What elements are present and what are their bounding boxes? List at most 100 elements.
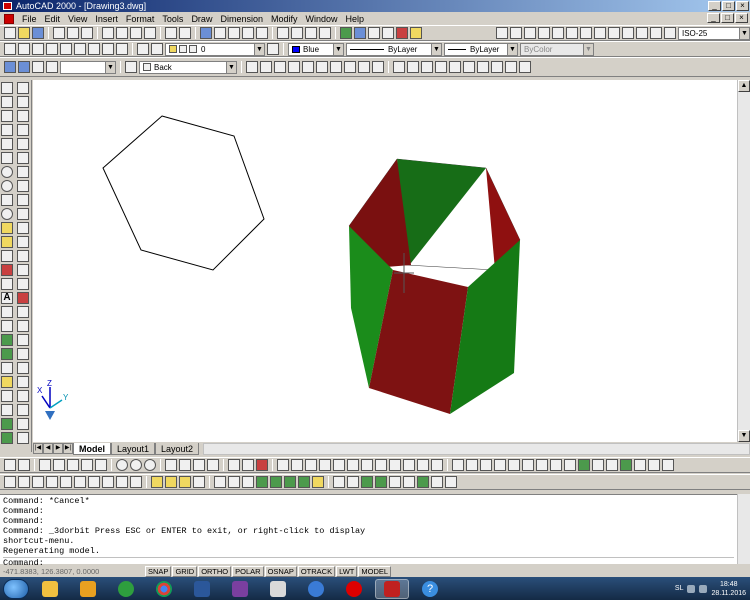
surface-edge-defined-icon[interactable]: [662, 459, 674, 471]
taskbar-app[interactable]: ?: [413, 579, 447, 599]
chevron-down-icon[interactable]: ▼: [583, 43, 593, 55]
snap-midpoint-icon[interactable]: [53, 459, 65, 471]
surface-extrude-small-icon[interactable]: [361, 476, 373, 488]
ucs-x-icon[interactable]: [477, 61, 489, 73]
surface-revolve-small-icon[interactable]: [347, 476, 359, 488]
minimize-button[interactable]: _: [708, 1, 721, 11]
command-window-scrollbar[interactable]: [737, 494, 750, 564]
mirror-icon[interactable]: [17, 110, 29, 122]
start-button[interactable]: [3, 578, 29, 599]
break-icon[interactable]: [17, 250, 29, 262]
language-indicator[interactable]: SL: [675, 585, 684, 592]
zoom-scale-icon[interactable]: [60, 43, 72, 55]
linear-dimension-icon[interactable]: [496, 27, 508, 39]
blank-combo[interactable]: ▼: [60, 60, 116, 74]
surface-sweep-icon[interactable]: [389, 476, 401, 488]
tracking-icon[interactable]: [214, 27, 226, 39]
command-window[interactable]: Command: *Cancel* Command: Command: Comm…: [0, 494, 737, 568]
hatch-icon[interactable]: [1, 264, 13, 276]
intersect-icon[interactable]: [17, 334, 29, 346]
rotate-icon[interactable]: [17, 166, 29, 178]
ne-iso-view-icon[interactable]: [358, 61, 370, 73]
doc-close-button[interactable]: ×: [735, 13, 748, 23]
ucs-origin-icon[interactable]: [435, 61, 447, 73]
solid-interfere-icon[interactable]: [417, 459, 429, 471]
3d-continuous-orbit-icon[interactable]: [60, 476, 72, 488]
otrack-toggle[interactable]: OTRACK: [297, 566, 336, 577]
snap-quadrant-icon[interactable]: [130, 459, 142, 471]
taskbar-app[interactable]: [337, 579, 371, 599]
cone-icon[interactable]: [1, 348, 13, 360]
solid-wedge-icon[interactable]: [333, 459, 345, 471]
open-file-icon[interactable]: [18, 27, 30, 39]
copy-icon[interactable]: [116, 27, 128, 39]
canvas-horizontal-scrollbar[interactable]: [203, 442, 750, 455]
surface-planar-icon[interactable]: [403, 476, 415, 488]
front-view-icon[interactable]: [302, 61, 314, 73]
osnap-settings-icon[interactable]: [256, 459, 268, 471]
section-icon[interactable]: [1, 432, 13, 444]
zoom-extents-icon[interactable]: [46, 43, 58, 55]
ordinate-dimension-icon[interactable]: [524, 27, 536, 39]
insert-block-icon[interactable]: [1, 222, 13, 234]
ucs-face-icon[interactable]: [407, 61, 419, 73]
surface-wedge-icon[interactable]: [494, 459, 506, 471]
zoom-center-icon[interactable]: [74, 43, 86, 55]
solid-slice-icon[interactable]: [389, 459, 401, 471]
clock[interactable]: 18:48 28.11.2016: [711, 580, 746, 598]
named-views-icon[interactable]: [4, 61, 16, 73]
snap-insert-icon[interactable]: [193, 459, 205, 471]
surface-dome-icon[interactable]: [550, 459, 562, 471]
lineweight-combo[interactable]: ByLayer ▼: [444, 42, 518, 56]
ellipse-icon[interactable]: [1, 208, 13, 220]
snap-none-icon[interactable]: [242, 459, 254, 471]
scroll-down-icon[interactable]: ▼: [738, 430, 750, 442]
surface-patch-icon[interactable]: [445, 476, 457, 488]
hide-icon[interactable]: [32, 61, 44, 73]
surface-blend-icon[interactable]: [431, 476, 443, 488]
print-preview-icon[interactable]: [67, 27, 79, 39]
render-icon[interactable]: [46, 61, 58, 73]
snap-apparent-intersection-icon[interactable]: [81, 459, 93, 471]
solid-revolve-icon[interactable]: [375, 459, 387, 471]
angular-dimension-icon[interactable]: [566, 27, 578, 39]
hidden-icon[interactable]: [242, 476, 254, 488]
chevron-down-icon[interactable]: ▼: [431, 43, 441, 55]
stretch-icon[interactable]: [17, 194, 29, 206]
delete-faces-icon[interactable]: [17, 390, 29, 402]
fillet-icon[interactable]: [17, 278, 29, 290]
taskbar-app[interactable]: [71, 579, 105, 599]
surface-tabulated-icon[interactable]: [634, 459, 646, 471]
gouraud-shaded-edges-icon[interactable]: [298, 476, 310, 488]
color-combo[interactable]: Blue ▼: [288, 42, 344, 56]
taskbar-app[interactable]: [261, 579, 295, 599]
menu-draw[interactable]: Draw: [187, 14, 216, 24]
match-properties-icon[interactable]: [144, 27, 156, 39]
menu-tools[interactable]: Tools: [158, 14, 187, 24]
solid-cone-icon[interactable]: [319, 459, 331, 471]
markup-icon[interactable]: [396, 27, 408, 39]
polygon-icon[interactable]: [1, 138, 13, 150]
zoom-out-icon[interactable]: [18, 43, 30, 55]
left-view-icon[interactable]: [274, 61, 286, 73]
3d-adjust-distance-icon[interactable]: [88, 476, 100, 488]
maximize-button[interactable]: □: [722, 1, 735, 11]
hide-render-icon[interactable]: [151, 476, 163, 488]
materials-icon[interactable]: [193, 476, 205, 488]
taskbar-app[interactable]: [147, 579, 181, 599]
3d-orbit-icon[interactable]: [340, 27, 352, 39]
sphere-icon[interactable]: [1, 320, 13, 332]
canvas-vertical-scrollbar[interactable]: ▲ ▼: [737, 80, 750, 442]
zoom-window-small-icon[interactable]: [116, 43, 128, 55]
solid-extrude-icon[interactable]: [361, 459, 373, 471]
autocad-app-icon[interactable]: [3, 2, 12, 10]
polyline-icon[interactable]: [1, 124, 13, 136]
surface-box-icon[interactable]: [480, 459, 492, 471]
shade-icon[interactable]: [18, 61, 30, 73]
baseline-dimension-icon[interactable]: [594, 27, 606, 39]
temporary-tracking-icon[interactable]: [4, 459, 16, 471]
zoom-previous-icon[interactable]: [319, 27, 331, 39]
chamfer-icon[interactable]: [17, 264, 29, 276]
undo-icon[interactable]: [165, 27, 177, 39]
erase-icon[interactable]: [17, 82, 29, 94]
